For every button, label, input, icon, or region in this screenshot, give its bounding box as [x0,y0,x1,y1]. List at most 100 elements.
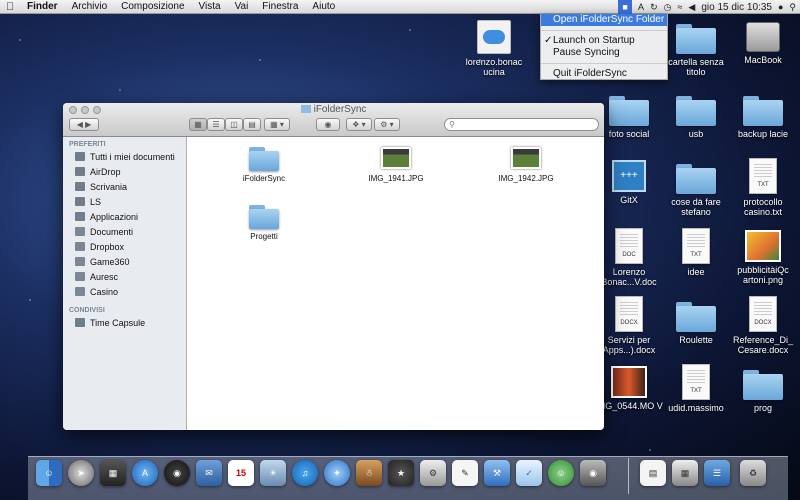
user-icon[interactable]: ● [778,2,783,12]
time-capsule-icon [75,318,85,327]
sidebar-item-game360[interactable]: Game360 [63,254,186,269]
itunes-icon[interactable]: ♫ [292,460,318,486]
sidebar-item-airdrop[interactable]: AirDrop [63,164,186,179]
xcode-icon[interactable]: ⚒ [484,460,510,486]
menu-composizione[interactable]: Composizione [114,1,191,12]
airdrop-icon [75,167,85,176]
cover-flow-button[interactable]: ▤ [243,118,261,131]
desktop-icon[interactable]: IMG_0544.MO V [594,366,664,411]
spotlight-search-icon[interactable]: ⚲ [789,2,796,13]
mission-control-icon[interactable]: ▦ [100,460,126,486]
applications-stack-icon[interactable]: ☰ [704,460,730,486]
list-view-button[interactable]: ☰ [207,118,225,131]
file-item[interactable]: Progetti [219,205,309,241]
desktop-icon[interactable]: lorenzo.bonac ucina [459,20,529,77]
sidebar-item-time-capsule[interactable]: Time Capsule [63,315,186,330]
imovie-icon[interactable]: ★ [388,460,414,486]
back-forward-buttons[interactable]: ◀ ▶ [69,118,99,131]
column-view-button[interactable]: ◫ [225,118,243,131]
app-store-icon[interactable]: A [132,460,158,486]
ifoldersync-dock-icon[interactable]: ✓ [516,460,542,486]
sidebar-item-scrivania[interactable]: Scrivania [63,179,186,194]
menu-separator [541,63,667,64]
photo-icon[interactable]: ☀ [260,460,286,486]
desktop-icon[interactable]: TXT udid.massimo [661,364,731,413]
file-item[interactable]: IMG_1941.JPG [351,147,441,183]
desktop-icon[interactable]: usb [661,96,731,139]
facetime-icon[interactable]: ◉ [580,460,606,486]
sync-status-icon[interactable]: ↻ [650,2,658,13]
folder-icon [743,96,783,126]
quick-look-button[interactable]: ◉ [316,118,340,131]
arrange-button[interactable]: ▦ ▾ [264,118,290,131]
desktop-icon[interactable]: cose da fare stefano [661,164,731,217]
desktop-icon[interactable]: TXT protocollo casino.txt [728,158,798,217]
textedit-icon[interactable]: ✎ [452,460,478,486]
sidebar-item-dropbox[interactable]: Dropbox [63,239,186,254]
applications-icon [75,212,85,221]
folder-icon [609,96,649,126]
window-titlebar[interactable]: iFolderSync ◀ ▶ ▦ ☰ ◫ ▤ ▦ ▾ ◉ ❖ ▾ ⚙ ▾ ⚲ [63,103,604,137]
desktop-icon[interactable]: DOCX Servizi per Apps...).docx [594,296,664,355]
menu-vista[interactable]: Vista [192,1,228,12]
desktop-icon[interactable]: +++ GitX [594,160,664,205]
apple-menu-icon[interactable]:  [6,1,20,13]
mail-icon[interactable]: ✉ [196,460,222,486]
sidebar-item-casino[interactable]: Casino [63,284,186,299]
safari-icon[interactable]: ✦ [324,460,350,486]
menu-archivio[interactable]: Archivio [65,1,115,12]
menu-item-launch-on-startup[interactable]: ✓ Launch on Startup [541,35,667,47]
desktop-icon[interactable]: foto social [594,96,664,139]
volume-icon[interactable]: ◀ [688,2,695,13]
desktop-icon[interactable]: DOCX Reference_Di_ Cesare.docx [728,296,798,355]
menu-item-open-folder[interactable]: Open iFolderSync Folder [541,14,667,26]
desktop-icon[interactable]: cartella senza titolo [661,24,731,77]
system-preferences-icon[interactable]: ⚙ [420,460,446,486]
ifoldersync-status-icon[interactable]: ■ [618,0,633,14]
messenger-icon[interactable]: ☺ [548,460,574,486]
file-item[interactable]: iFolderSync [219,147,309,183]
search-icon: ⚲ [449,120,455,129]
icon-view-button[interactable]: ▦ [189,118,207,131]
folder-icon [75,242,85,251]
image-file-icon [381,147,411,169]
dashboard-icon[interactable]: ◉ [164,460,190,486]
action-gear-button[interactable]: ⚙ ▾ [374,118,400,131]
calendar-icon[interactable]: 15 [228,460,254,486]
desktop-icon[interactable]: prog [728,370,798,413]
menu-aiuto[interactable]: Aiuto [305,1,342,12]
file-item[interactable]: IMG_1942.JPG [481,147,571,183]
folder-icon [743,370,783,400]
desktop-icon[interactable]: DOC Lorenzo Bonac...V.doc [594,228,664,287]
document-stack-icon[interactable]: ▤ [640,460,666,486]
trash-icon[interactable]: ♻ [740,460,766,486]
search-input[interactable]: ⚲ [444,118,599,131]
launchpad-icon[interactable]: ➤ [68,460,94,486]
desktop-icon[interactable]: Roulette [661,302,731,345]
time-machine-icon[interactable]: ◷ [664,2,672,13]
text-document-icon: TXT [749,158,777,194]
adobe-status-icon[interactable]: A [638,2,644,12]
sidebar-item-auresc[interactable]: Auresc [63,269,186,284]
sidebar-item-ls[interactable]: LS [63,194,186,209]
dropbox-button[interactable]: ❖ ▾ [346,118,372,131]
menu-item-pause-syncing[interactable]: Pause Syncing [541,47,667,59]
iphoto-icon[interactable]: ☃ [356,460,382,486]
menu-finestra[interactable]: Finestra [255,1,305,12]
menu-item-quit[interactable]: Quit iFolderSync [541,68,667,80]
sidebar-item-tutti-documenti[interactable]: Tutti i miei documenti [63,149,186,164]
menu-bar:  Finder Archivio Composizione Vista Vai… [0,0,800,14]
wifi-icon[interactable]: ≈ [677,2,682,12]
clock[interactable]: gio 15 dic 10:35 [701,2,772,13]
app-menu[interactable]: Finder [20,1,65,12]
desktop-icon[interactable]: MacBook [728,22,798,65]
downloads-stack-icon[interactable]: ▦ [672,460,698,486]
cloud-document-icon [477,20,511,54]
desktop-icon[interactable]: backup lacie [728,96,798,139]
sidebar-item-applicazioni[interactable]: Applicazioni [63,209,186,224]
desktop-icon[interactable]: pubblicitàiQc artoni.png [728,230,798,285]
menu-vai[interactable]: Vai [228,1,256,12]
desktop-icon[interactable]: TXT idee [661,228,731,277]
finder-icon[interactable]: ☺ [36,460,62,486]
sidebar-item-documenti[interactable]: Documenti [63,224,186,239]
